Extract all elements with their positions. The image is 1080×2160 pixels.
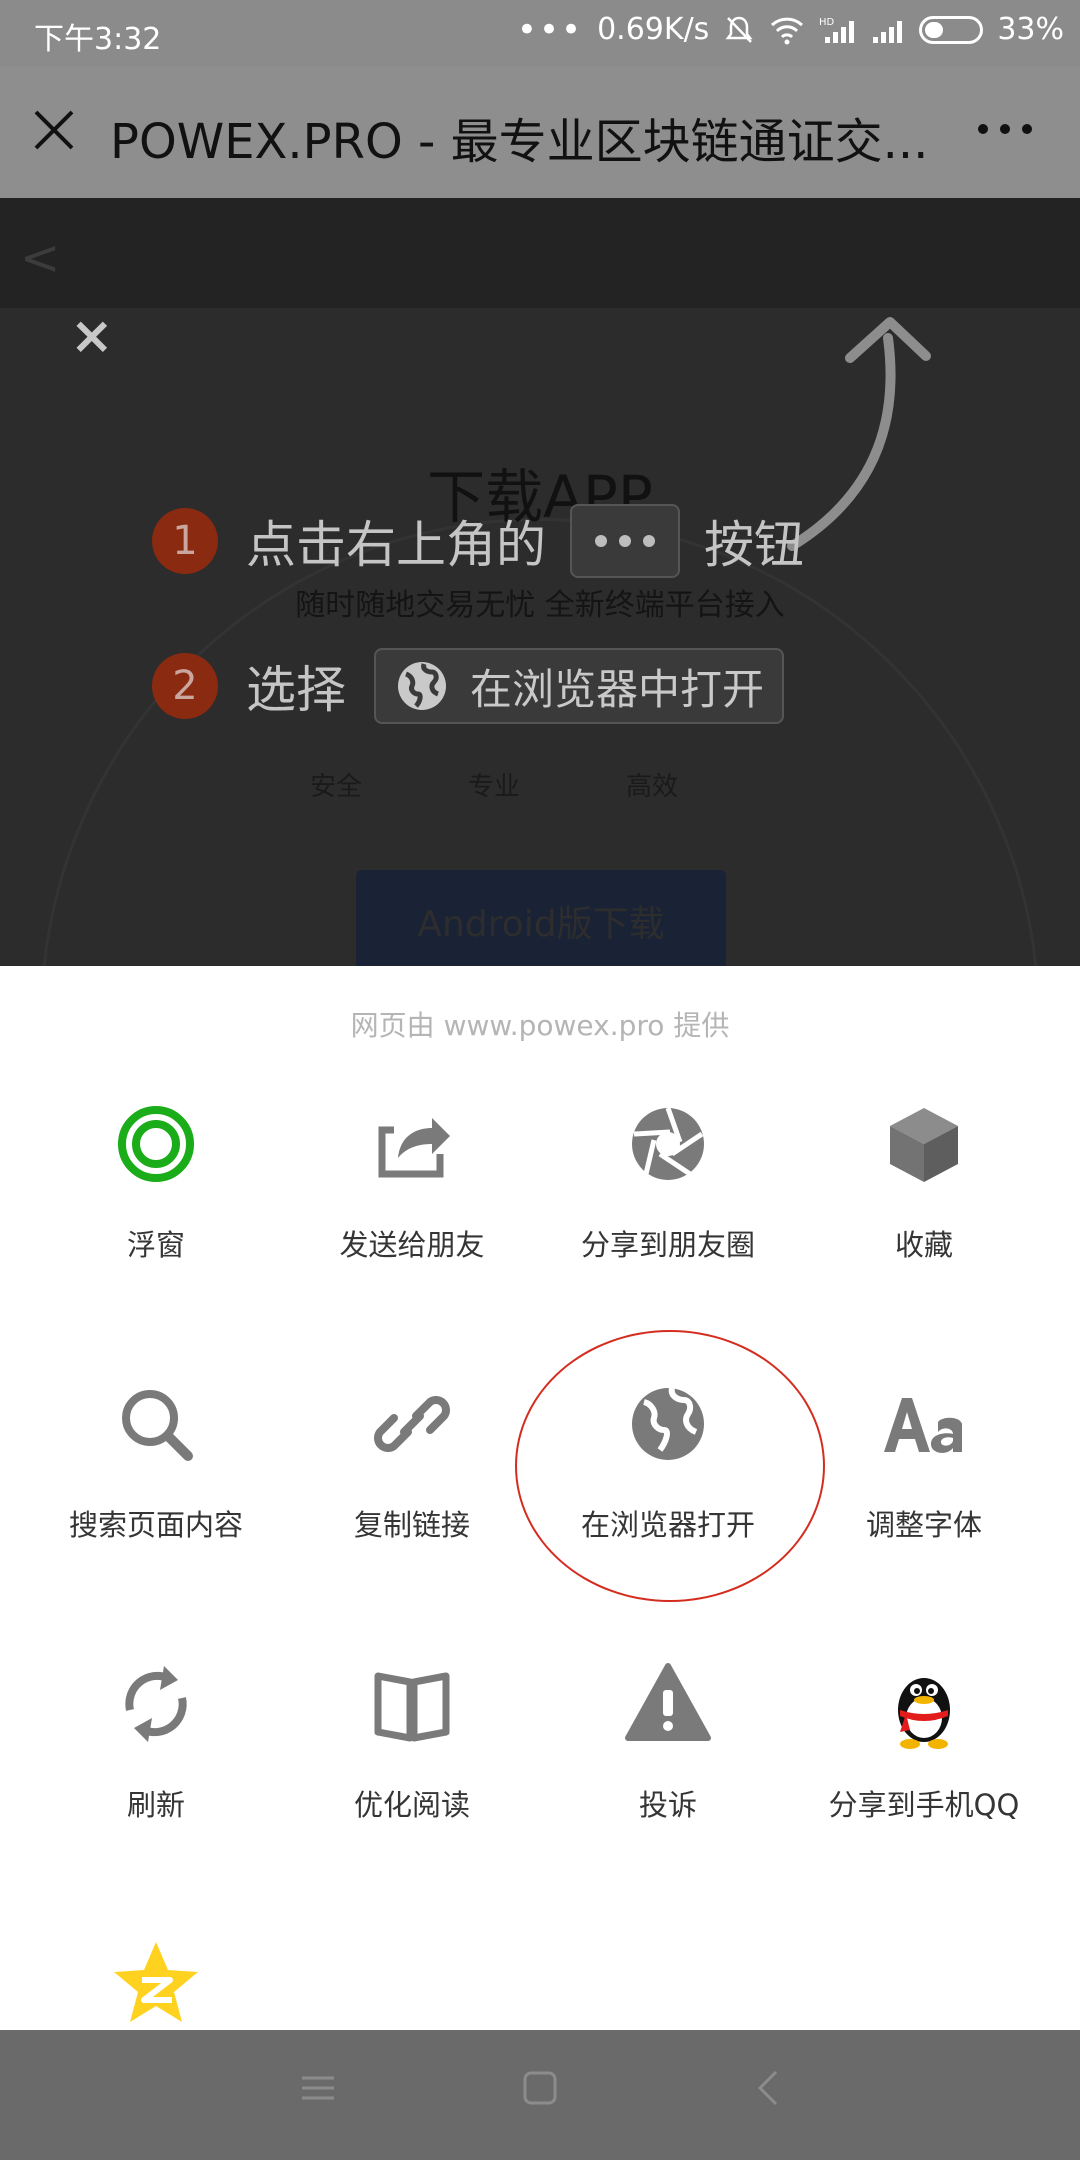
step-2-text: 选择 (246, 661, 346, 719)
action-label: 复制链接 (353, 1508, 470, 1542)
link-icon (374, 1396, 450, 1452)
action-label: 发送给朋友 (339, 1228, 485, 1262)
font-aa-icon (884, 1398, 962, 1453)
cube-icon (890, 1108, 958, 1182)
action-label: 分享到手机QQ (828, 1788, 1020, 1822)
refresh-icon (125, 1666, 187, 1742)
share-arrow-icon (378, 1118, 450, 1178)
qzone-star-icon (114, 1942, 198, 2022)
moments-shutter-icon (632, 1107, 704, 1180)
action-label: 浮窗 (126, 1228, 185, 1262)
action-label: 投诉 (638, 1788, 697, 1822)
action-label: 搜索页面内容 (68, 1508, 243, 1542)
mute-bell-icon (725, 16, 753, 43)
action-refresh[interactable]: 刷新 (28, 1656, 284, 1824)
action-report[interactable]: 投诉 (540, 1656, 796, 1824)
action-label: 分享到朋友圈 (580, 1228, 755, 1262)
open-in-browser-hint: 在浏览器中打开 (374, 648, 784, 724)
battery-icon (919, 15, 984, 44)
guide-step-1: 1 点击右上角的 按钮 (152, 504, 804, 578)
menu-icon[interactable] (300, 2070, 336, 2106)
action-share-qq[interactable]: 分享到手机QQ (796, 1656, 1052, 1824)
page-title: POWEX.PRO - 最专业区块链通证交... (110, 114, 929, 170)
status-time: 下午3:32 (34, 22, 162, 57)
feature-efficient: 高效 (626, 772, 679, 802)
guide-step-2: 2 选择 在浏览器中打开 (152, 648, 784, 724)
title-bar: POWEX.PRO - 最专业区块链通证交... (0, 66, 1080, 198)
action-sheet: 网页由 www.powex.pro 提供 浮窗 发送给朋友 分享到朋友圈 收藏 … (0, 966, 1080, 2030)
home-icon[interactable] (522, 2070, 558, 2106)
back-arrow-icon: < (20, 230, 61, 286)
action-favorite[interactable]: 收藏 (796, 1096, 1052, 1264)
qq-penguin-icon (898, 1678, 950, 1749)
battery-percent: 33% (997, 12, 1064, 47)
warning-icon (625, 1663, 711, 1741)
action-adjust-font[interactable]: 调整字体 (796, 1376, 1052, 1544)
action-send-to-friend[interactable]: 发送给朋友 (284, 1096, 540, 1264)
background-page: < × 下载APP 随时随地交易无忧 全新终端平台接入 安全 专业 高效 And… (0, 198, 1080, 966)
action-optimize-reading[interactable]: 优化阅读 (284, 1656, 540, 1824)
wifi-icon (771, 17, 804, 44)
more-options-icon[interactable] (978, 124, 1032, 134)
floating-window-icon (118, 1106, 194, 1182)
action-share-moments[interactable]: 分享到朋友圈 (540, 1096, 796, 1264)
close-icon[interactable] (30, 106, 78, 154)
back-icon[interactable] (752, 2070, 788, 2106)
action-search-page[interactable]: 搜索页面内容 (28, 1376, 284, 1544)
guide-arrow-icon (787, 317, 931, 551)
action-label: 调整字体 (865, 1508, 982, 1542)
android-download-button[interactable]: Android版下载 (356, 870, 726, 966)
action-copy-link[interactable]: 复制链接 (284, 1376, 540, 1544)
feature-safe: 安全 (310, 772, 363, 802)
navigation-bar (0, 2030, 1080, 2160)
signal-icon (873, 20, 903, 43)
provider-note: 网页由 www.powex.pro 提供 (350, 1009, 730, 1042)
status-bar: 下午3:32 ••• 0.69K/s HD 33% (0, 0, 1080, 66)
action-label: 优化阅读 (353, 1788, 470, 1822)
network-speed: 0.69K/s (597, 12, 710, 47)
step-1-text: 点击右上角的 (246, 516, 546, 574)
step-2-button-label: 在浏览器中打开 (470, 664, 765, 714)
action-label: 收藏 (894, 1228, 953, 1262)
feature-pro: 专业 (468, 772, 521, 802)
step-1-suffix: 按钮 (704, 516, 804, 574)
book-icon (374, 1672, 450, 1742)
close-guide-icon[interactable]: × (70, 306, 114, 366)
hd-signal-icon: HD (819, 17, 855, 43)
highlight-circle (515, 1330, 825, 1602)
step-2-number: 2 (152, 653, 218, 719)
page-header-band (0, 198, 1080, 308)
menu-dots-icon (570, 504, 680, 578)
download-subheading: 随时随地交易无忧 全新终端平台接入 (295, 588, 785, 623)
action-label: 刷新 (126, 1788, 185, 1822)
more-notifications-icon: ••• (516, 9, 584, 50)
action-floating-window[interactable]: 浮窗 (28, 1096, 284, 1264)
search-icon (122, 1390, 193, 1461)
svg-text:HD: HD (819, 17, 835, 28)
step-1-number: 1 (152, 508, 218, 574)
globe-icon (398, 662, 446, 710)
